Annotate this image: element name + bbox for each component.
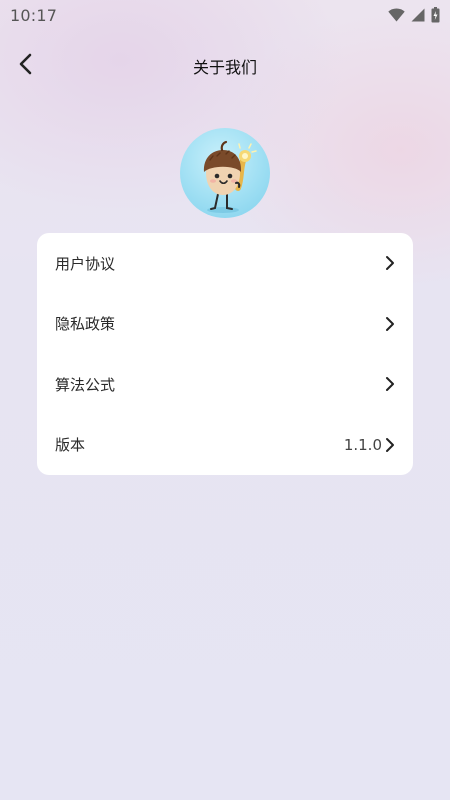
menu-item-right: 1.1.0	[344, 436, 396, 454]
wifi-icon	[388, 8, 405, 22]
chevron-right-icon	[386, 256, 394, 271]
version-value: 1.1.0	[343, 435, 382, 454]
menu-item-right	[382, 376, 396, 392]
menu-item-label: 版本	[55, 436, 86, 455]
menu-item-right	[382, 316, 396, 332]
battery-icon	[431, 7, 440, 23]
chevron-right-icon	[386, 316, 394, 331]
menu-item-label: 隐私政策	[55, 315, 116, 334]
chevron-right-icon	[386, 377, 394, 392]
app-logo-avatar	[180, 128, 270, 218]
menu-item-label: 算法公式	[55, 375, 116, 394]
menu-item-user-agreement[interactable]: 用户协议	[37, 233, 413, 294]
app-mascot-logo	[203, 140, 257, 213]
menu-item-right	[382, 255, 396, 271]
status-time: 10:17	[10, 5, 58, 25]
nav-bar: 关于我们	[0, 46, 450, 86]
back-button[interactable]	[10, 50, 42, 82]
menu-item-label: 用户协议	[55, 254, 116, 273]
page-title: 关于我们	[192, 58, 257, 77]
menu-item-version[interactable]: 版本 1.1.0	[37, 415, 413, 476]
status-icons	[388, 7, 440, 23]
chevron-left-icon	[17, 52, 35, 80]
chevron-right-icon	[386, 437, 394, 452]
settings-card: 用户协议 隐私政策 算法公式 版本 1.1.0	[37, 233, 413, 475]
status-bar: 10:17	[0, 0, 450, 30]
menu-item-privacy-policy[interactable]: 隐私政策	[37, 294, 413, 355]
menu-item-algorithm[interactable]: 算法公式	[37, 354, 413, 415]
signal-icon	[411, 8, 425, 22]
